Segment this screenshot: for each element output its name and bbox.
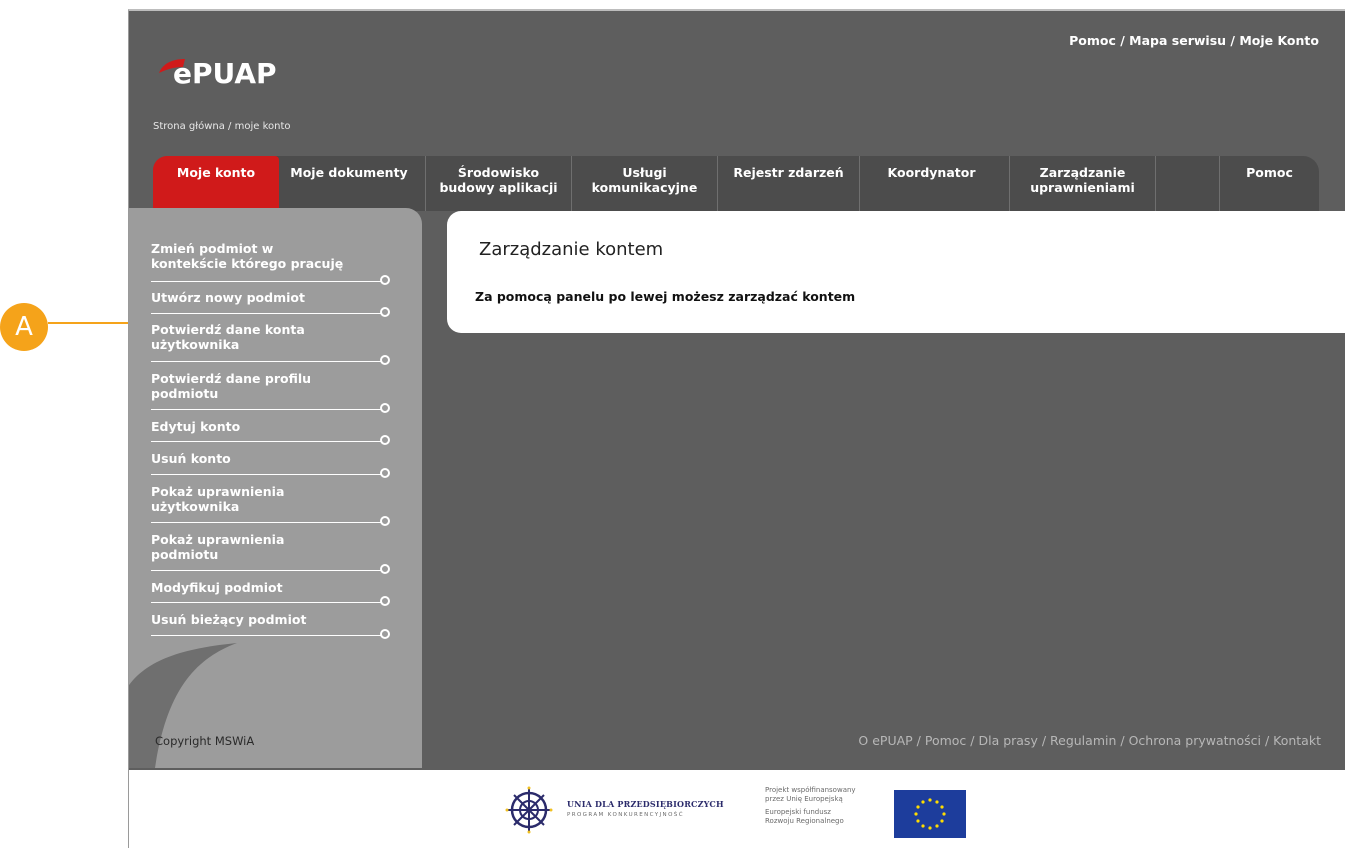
sidebar-separator [151,409,387,410]
app-window: ePUAP Strona główna / moje konto Pomoc /… [128,9,1345,848]
tab-label: Rejestr zdarzeń [733,165,844,180]
tab-empty[interactable] [1155,156,1219,211]
tab-zarzadzanie-uprawnieniami[interactable]: Zarządzanie uprawnieniami [1009,156,1155,211]
page-description: Za pomocą panelu po lewej możesz zarządz… [475,289,856,304]
sidebar-item-modyfikuj-podmiot[interactable]: Modyfikuj podmiot [151,580,419,595]
tab-moje-dokumenty[interactable]: Moje dokumenty [279,156,419,211]
page-title: Zarządzanie kontem [479,239,664,260]
tab-label: Moje konto [176,165,256,180]
sidebar-separator [151,361,387,362]
sidebar-separator [151,602,387,603]
annotation-marker: A [0,303,56,353]
breadcrumb: Strona główna / moje konto [153,121,291,132]
sidebar-separator [151,522,387,523]
tab-moje-konto[interactable]: Moje konto [153,156,279,211]
sidebar-item-usun-konto[interactable]: Usuń konto [151,451,419,466]
eu-text-2: Europejski fundusz Rozwoju Regionalnego [765,808,844,825]
top-links: Pomoc / Mapa serwisu / Moje Konto [1069,33,1319,48]
sidebar-item-potwierdz-dane-profilu[interactable]: Potwierdź dane profilu podmiotu [151,371,419,401]
tab-uslugi[interactable]: Usługi komunikacyjne [571,156,717,211]
sidebar-bullet-icon [380,307,390,317]
eu-flag-icon [894,790,966,838]
tab-label: Zarządzanie uprawnieniami [1030,165,1135,195]
eu-funding-text: Projekt współfinansowany przez Unię Euro… [765,786,856,826]
sidebar-bullet-icon [380,468,390,478]
sidebar-bullet-icon [380,355,390,365]
tab-label: Środowisko budowy aplikacji [439,165,558,195]
funding-logos-strip: UNIA DLA PRZEDSIĘBIORCZYCH PROGRAM KONKU… [129,770,1345,848]
logo-text: ePUAP [173,57,277,90]
epuap-logo-icon: ePUAP [159,57,277,90]
tab-label: Moje dokumenty [290,165,408,180]
sidebar-bullet-icon [380,596,390,606]
main-tab-bar: Moje konto Moje dokumenty Środowisko bud… [153,156,1319,211]
tab-label: Usługi komunikacyjne [591,165,698,195]
sidebar-item-usun-biezacy-podmiot[interactable]: Usuń bieżący podmiot [151,612,419,627]
sidebar-bullet-icon [380,403,390,413]
sidebar-separator [151,281,387,282]
unia-logo: UNIA DLA PRZEDSIĘBIORCZYCH PROGRAM KONKU… [501,785,731,835]
top-link-help[interactable]: Pomoc [1069,33,1116,48]
tab-koordynator[interactable]: Koordynator [859,156,1003,211]
ship-wheel-icon [505,786,553,834]
sidebar-separator [151,474,387,475]
sidebar-item-potwierdz-dane-konta[interactable]: Potwierdź dane konta użytkownika [151,322,419,352]
top-link-sitemap[interactable]: Mapa serwisu [1129,33,1226,48]
sidebar-bullet-icon [380,629,390,639]
footer-link-terms[interactable]: Regulamin [1050,733,1116,748]
sidebar-bullet-icon [380,435,390,445]
top-link-my-account[interactable]: Moje Konto [1239,33,1319,48]
unia-subtitle: PROGRAM KONKURENCYJNOŚĆ [567,812,684,818]
sidebar-item-zmien-podmiot[interactable]: Zmień podmiot w kontekście którego pracu… [151,241,419,271]
main-content-box: Zarządzanie kontem Za pomocą panelu po l… [447,211,1345,333]
sidebar-item-utworz-podmiot[interactable]: Utwórz nowy podmiot [151,290,419,305]
sidebar-separator [151,570,387,571]
epuap-logo[interactable]: ePUAP [153,45,333,95]
footer-link-about[interactable]: O ePUAP [858,733,912,748]
unia-title: UNIA DLA PRZEDSIĘBIORCZYCH [567,799,724,809]
footer-link-contact[interactable]: Kontakt [1273,733,1321,748]
sidebar-item-edytuj-konto[interactable]: Edytuj konto [151,419,419,434]
tab-rejestr-zdarzen[interactable]: Rejestr zdarzeń [717,156,859,211]
tab-srodowisko[interactable]: Środowisko budowy aplikacji [425,156,571,211]
annotation-marker-label: A [0,303,48,351]
sidebar-separator [151,441,387,442]
copyright-text: Copyright MSWiA [155,734,255,748]
sidebar-item-pokaz-uprawnienia-podmiotu[interactable]: Pokaż uprawnienia podmiotu [151,532,419,562]
sidebar-item-pokaz-uprawnienia-uzytkownika[interactable]: Pokaż uprawnienia użytkownika [151,484,419,514]
eu-text-1: Projekt współfinansowany przez Unię Euro… [765,786,856,803]
tab-label: Koordynator [887,165,976,180]
footer-link-help[interactable]: Pomoc [925,733,966,748]
footer-links: O ePUAP / Pomoc / Dla prasy / Regulamin … [858,733,1321,748]
tab-pomoc[interactable]: Pomoc [1219,156,1319,211]
sidebar-bullet-icon [380,564,390,574]
sidebar-separator [151,313,387,314]
tab-label: Pomoc [1246,165,1293,180]
sidebar-bullet-icon [380,275,390,285]
sidebar-bullet-icon [380,516,390,526]
sidebar: Zmień podmiot w kontekście którego pracu… [129,208,422,768]
footer-link-privacy[interactable]: Ochrona prywatności [1129,733,1261,748]
footer-link-press[interactable]: Dla prasy [978,733,1037,748]
sidebar-separator [151,635,387,636]
